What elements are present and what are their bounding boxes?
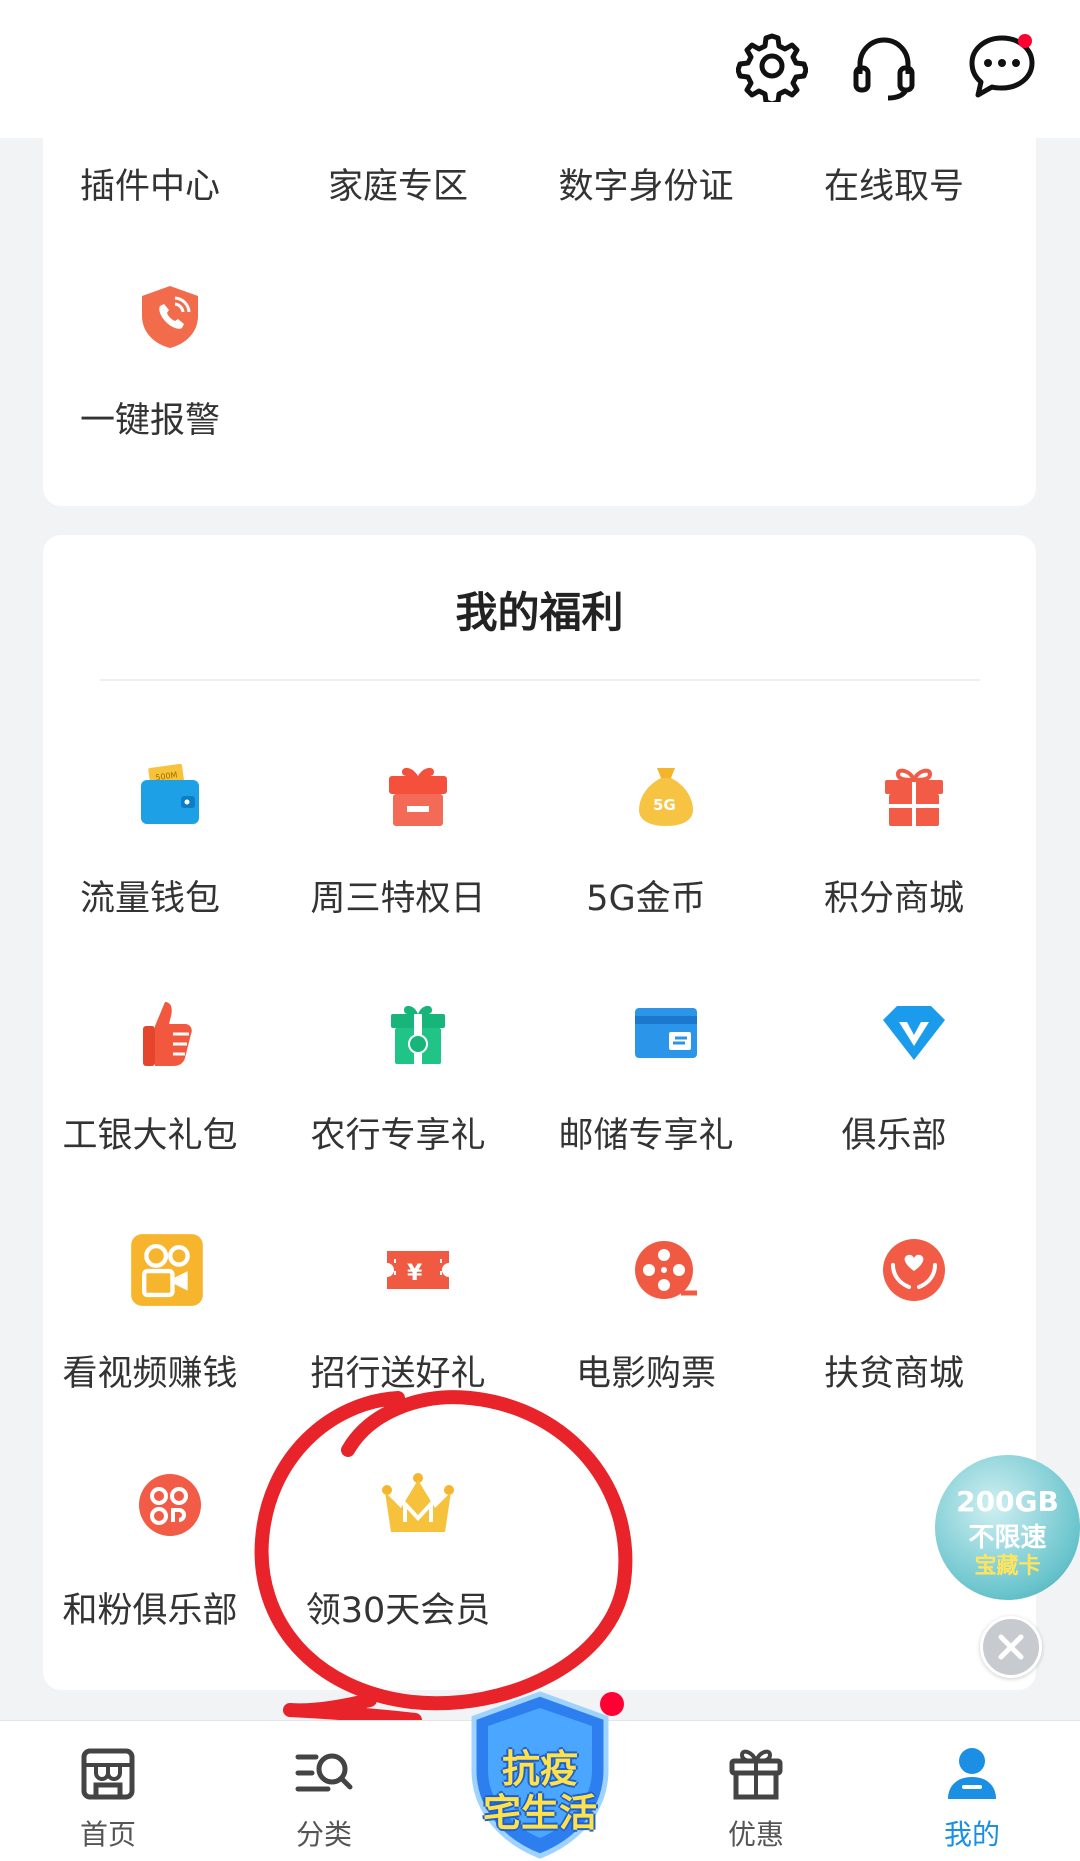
tab-offers[interactable]: 优惠 bbox=[676, 1721, 836, 1861]
welfare-item-label[interactable]: 俱乐部 bbox=[769, 1107, 1019, 1158]
gift-icon bbox=[729, 1749, 783, 1800]
center-campaign-button[interactable]: 抗疫 宅生活 bbox=[465, 1690, 615, 1860]
tab-label: 首页 bbox=[79, 1818, 136, 1851]
campaign-line2: 宅生活 bbox=[482, 1791, 597, 1835]
service-family-zone[interactable]: 家庭专区 bbox=[273, 158, 523, 209]
close-icon[interactable] bbox=[980, 1616, 1042, 1678]
top-bar bbox=[0, 0, 1080, 138]
gift-green-icon[interactable] bbox=[383, 998, 453, 1068]
thumbs-up-icon[interactable] bbox=[135, 998, 205, 1068]
money-bag-icon[interactable]: 5G bbox=[631, 762, 701, 832]
svg-text:¥: ¥ bbox=[407, 1261, 423, 1286]
service-digital-id[interactable]: 数字身份证 bbox=[521, 158, 771, 209]
ticket-icon[interactable]: ¥ bbox=[383, 1235, 453, 1305]
welfare-item-label[interactable]: 领30天会员 bbox=[273, 1582, 523, 1633]
tab-label: 优惠 bbox=[727, 1818, 784, 1851]
campaign-badge-dot bbox=[600, 1692, 624, 1716]
tab-label: 我的 bbox=[943, 1818, 1000, 1851]
alarm-shield-icon[interactable] bbox=[135, 282, 205, 352]
welfare-item-label[interactable]: 5G金币 bbox=[521, 870, 771, 921]
unread-dot bbox=[1018, 34, 1032, 48]
present-icon[interactable] bbox=[879, 762, 949, 832]
promo-line1: 200GB bbox=[956, 1485, 1059, 1518]
tab-home[interactable]: 首页 bbox=[28, 1721, 188, 1861]
welfare-item-label[interactable]: 流量钱包 bbox=[25, 870, 275, 921]
service-plugin-center[interactable]: 插件中心 bbox=[25, 158, 275, 209]
tab-mine[interactable]: 我的 bbox=[892, 1721, 1052, 1861]
welfare-item-label[interactable]: 工银大礼包 bbox=[25, 1107, 275, 1158]
store-icon bbox=[81, 1748, 135, 1800]
welfare-item-label[interactable]: 积分商城 bbox=[769, 870, 1019, 921]
welfare-item-label[interactable]: 看视频赚钱 bbox=[25, 1345, 275, 1396]
welfare-item-label[interactable]: 电影购票 bbox=[521, 1345, 771, 1396]
wallet-icon[interactable]: 500M bbox=[135, 762, 205, 832]
welfare-item-label[interactable]: 和粉俱乐部 bbox=[25, 1582, 275, 1633]
divider bbox=[100, 679, 980, 681]
welfare-item-label[interactable]: 扶贫商城 bbox=[769, 1345, 1019, 1396]
service-online-queue[interactable]: 在线取号 bbox=[769, 158, 1019, 209]
services-card: 插件中心 家庭专区 数字身份证 在线取号 一键报警 bbox=[43, 120, 1036, 506]
welfare-card: 我的福利 500M 5G 流量钱包 周三特权日 5G金币 积分商城 工银大礼包 … bbox=[43, 535, 1036, 1690]
welfare-item-label[interactable]: 邮储专享礼 bbox=[521, 1107, 771, 1158]
headset-icon[interactable] bbox=[848, 30, 920, 102]
bank-card-icon[interactable] bbox=[631, 998, 701, 1068]
service-one-key-alarm[interactable]: 一键报警 bbox=[25, 392, 275, 443]
video-camera-icon[interactable] bbox=[129, 1232, 205, 1308]
gift-box-icon[interactable] bbox=[383, 762, 453, 832]
user-icon bbox=[948, 1748, 996, 1799]
welfare-item-label[interactable]: 周三特权日 bbox=[273, 870, 523, 921]
heart-hands-icon[interactable] bbox=[879, 1235, 949, 1305]
film-reel-icon[interactable] bbox=[631, 1235, 701, 1305]
welfare-item-label[interactable]: 招行送好礼 bbox=[273, 1345, 523, 1396]
crown-icon[interactable] bbox=[379, 1470, 457, 1540]
tab-label: 分类 bbox=[295, 1818, 352, 1851]
tab-category[interactable]: 分类 bbox=[244, 1721, 404, 1861]
promo-line3: 宝藏卡 bbox=[974, 1554, 1041, 1579]
welfare-item-label[interactable]: 农行专享礼 bbox=[273, 1107, 523, 1158]
gear-icon[interactable] bbox=[735, 30, 809, 107]
promo-float-ad[interactable]: 200GB 不限速 宝藏卡 bbox=[935, 1455, 1080, 1600]
category-search-icon bbox=[295, 1753, 353, 1792]
welfare-title: 我的福利 bbox=[455, 588, 624, 637]
hefen-logo-icon[interactable] bbox=[135, 1470, 205, 1540]
diamond-icon[interactable] bbox=[879, 998, 949, 1068]
svg-text:5G: 5G bbox=[653, 796, 676, 814]
